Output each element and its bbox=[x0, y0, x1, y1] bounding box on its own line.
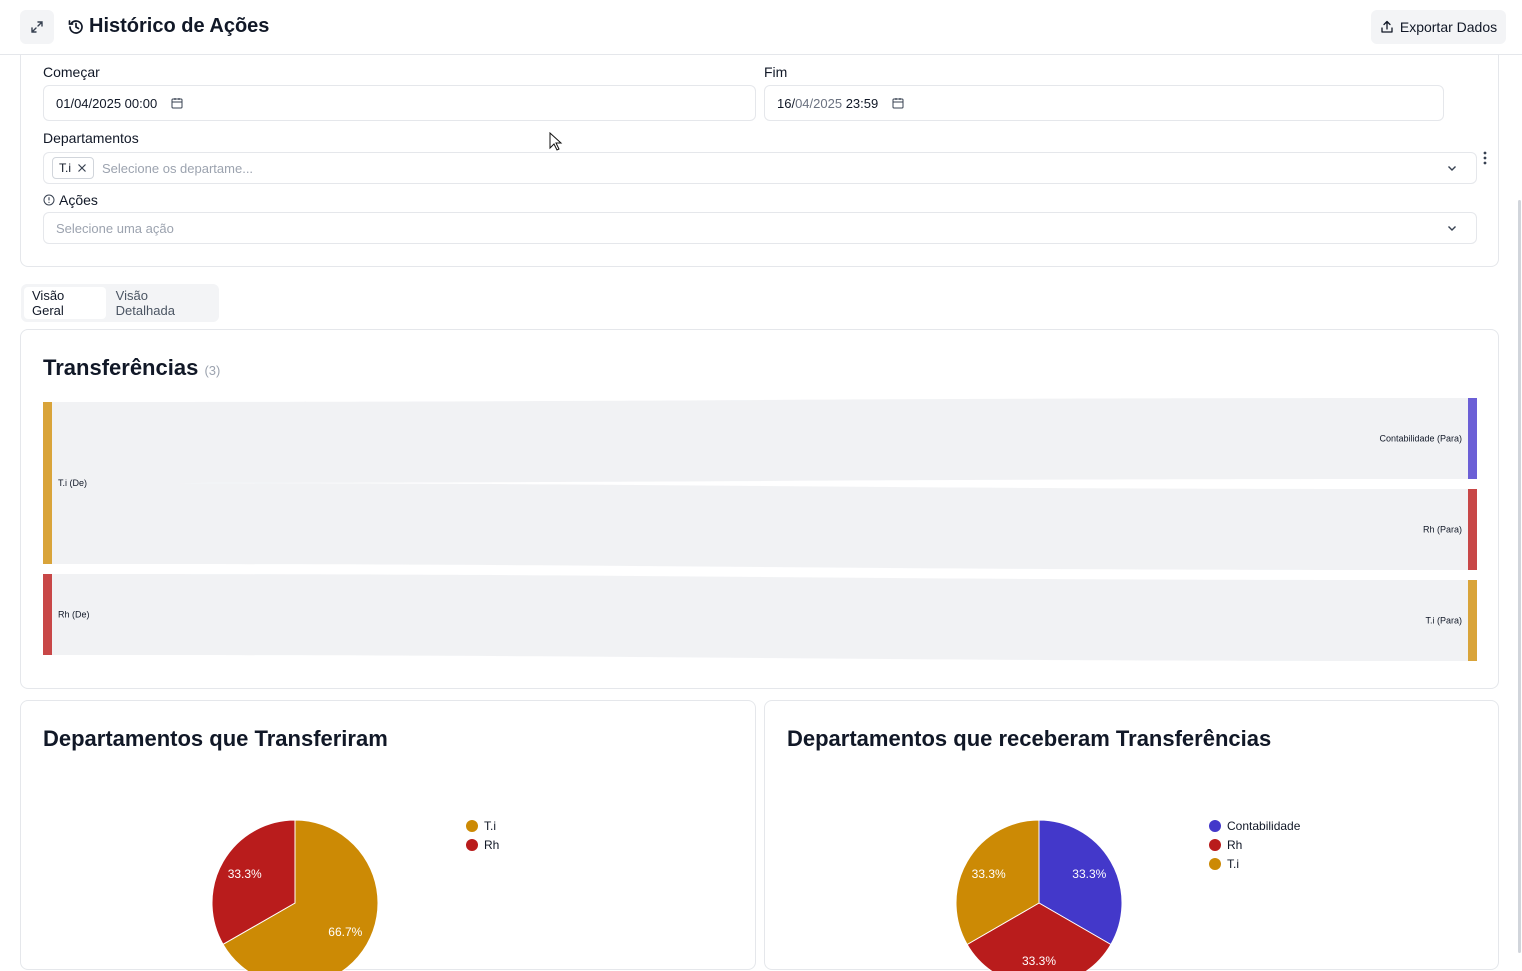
departments-label: Departamentos bbox=[43, 130, 139, 146]
legend-dot bbox=[466, 819, 478, 832]
kebab-icon bbox=[1483, 151, 1487, 165]
legend-item[interactable]: Contabilidade bbox=[1209, 816, 1300, 835]
pie-value-label: 33.3% bbox=[972, 867, 1006, 881]
sankey-source-node[interactable] bbox=[43, 402, 52, 564]
export-label: Exportar Dados bbox=[1399, 19, 1498, 35]
legend-dot bbox=[1209, 838, 1221, 851]
chevron-down-icon bbox=[1448, 166, 1456, 171]
export-icon bbox=[1381, 20, 1393, 33]
end-date-monthyear: 04/2025 bbox=[795, 95, 843, 111]
departments-placeholder: Selecione os departame... bbox=[102, 160, 254, 176]
pie-chart-senders: 66.7% 33.3% bbox=[211, 819, 379, 971]
export-button[interactable]: Exportar Dados bbox=[1371, 10, 1506, 44]
start-date-value: 01/04/2025 00:00 bbox=[56, 95, 158, 111]
sankey-target-label: Rh (Para) bbox=[1423, 525, 1462, 535]
end-date-time: 23:59 bbox=[845, 95, 879, 111]
chevron-down-icon bbox=[1448, 226, 1456, 231]
legend-item[interactable]: Rh bbox=[1209, 835, 1300, 854]
sankey-link[interactable] bbox=[52, 483, 1468, 570]
history-icon bbox=[68, 19, 83, 34]
page-title: Histórico de Ações bbox=[89, 15, 270, 37]
scrollbar[interactable] bbox=[1518, 200, 1521, 953]
end-date-input[interactable]: 16/04/2025 23:59 bbox=[764, 85, 1444, 121]
pie-value-label: 66.7% bbox=[328, 925, 362, 939]
view-tabs: Visão Geral Visão Detalhada bbox=[21, 284, 219, 322]
department-tag: T.i bbox=[52, 157, 94, 179]
sankey-link[interactable] bbox=[52, 574, 1468, 661]
filters-panel: Começar 01/04/2025 00:00 Fim 16/04/2025 … bbox=[20, 55, 1499, 267]
close-icon[interactable] bbox=[77, 163, 87, 173]
departments-select[interactable]: T.i Selecione os departame... bbox=[43, 152, 1477, 184]
pie-value-label: 33.3% bbox=[1022, 954, 1056, 968]
actions-placeholder: Selecione uma ação bbox=[56, 220, 174, 236]
sankey-source-label: Rh (De) bbox=[58, 610, 90, 620]
title-wrap: Histórico de Ações bbox=[67, 15, 269, 38]
legend-item[interactable]: T.i bbox=[466, 816, 499, 835]
actions-select[interactable]: Selecione uma ação bbox=[43, 212, 1477, 244]
transfers-card: Transferências (3) T.i (De) Rh (De) Contab… bbox=[20, 329, 1499, 689]
start-date-input[interactable]: 01/04/2025 00:00 bbox=[43, 85, 756, 121]
sankey-chart: T.i (De) Rh (De) Contabilidade (Para) Rh (P… bbox=[43, 398, 1477, 661]
legend-dot bbox=[1209, 857, 1221, 870]
calendar-icon bbox=[171, 98, 183, 109]
pie-legend-senders: T.i Rh bbox=[466, 816, 499, 854]
sankey-source-label: T.i (De) bbox=[58, 478, 87, 488]
legend-item[interactable]: Rh bbox=[466, 835, 499, 854]
sankey-source-node[interactable] bbox=[43, 574, 52, 655]
sankey-target-node[interactable] bbox=[1468, 580, 1477, 661]
pie-chart-receivers: 33.3% 33.3% 33.3% bbox=[955, 819, 1123, 971]
pie-card-receivers: Departamentos que receberam Transferênci… bbox=[764, 700, 1499, 971]
info-icon bbox=[43, 194, 55, 206]
expand-icon bbox=[31, 21, 43, 33]
legend-dot bbox=[466, 838, 478, 851]
sankey-target-label: T.i (Para) bbox=[1425, 616, 1462, 626]
calendar-icon bbox=[892, 98, 904, 109]
legend-dot bbox=[1209, 819, 1221, 832]
mouse-cursor-icon bbox=[549, 132, 563, 151]
start-label: Começar bbox=[43, 64, 100, 80]
pie-value-label: 33.3% bbox=[1072, 867, 1106, 881]
end-date-value: 16/04/2025 23:59 bbox=[777, 96, 878, 111]
actions-label: Ações bbox=[59, 192, 98, 208]
sankey-target-node[interactable] bbox=[1468, 398, 1477, 479]
sankey-link[interactable] bbox=[52, 398, 1468, 483]
legend-label: T.i bbox=[484, 818, 496, 833]
pie-card-senders: Departamentos que Transferiram 66.7% 33.3… bbox=[20, 700, 756, 971]
tab-detailed[interactable]: Visão Detalhada bbox=[108, 287, 216, 319]
pie-value-label: 33.3% bbox=[228, 867, 262, 881]
legend-item[interactable]: T.i bbox=[1209, 854, 1300, 873]
actions-label-wrap: Ações bbox=[43, 192, 98, 208]
pie-legend-receivers: Contabilidade Rh T.i bbox=[1209, 816, 1300, 873]
department-tag-label: T.i bbox=[59, 161, 71, 175]
expand-button[interactable] bbox=[20, 10, 54, 44]
tab-overview[interactable]: Visão Geral bbox=[24, 287, 106, 319]
end-label: Fim bbox=[764, 64, 788, 80]
sankey-target-node[interactable] bbox=[1468, 489, 1477, 570]
legend-label: Rh bbox=[1227, 837, 1243, 852]
page-header: Histórico de Ações Exportar Dados bbox=[0, 0, 1522, 55]
legend-label: Contabilidade bbox=[1227, 818, 1301, 833]
end-date-day: 16/ bbox=[777, 95, 796, 111]
sankey-target-label: Contabilidade (Para) bbox=[1379, 434, 1462, 444]
legend-label: T.i bbox=[1227, 856, 1239, 871]
legend-label: Rh bbox=[484, 837, 500, 852]
